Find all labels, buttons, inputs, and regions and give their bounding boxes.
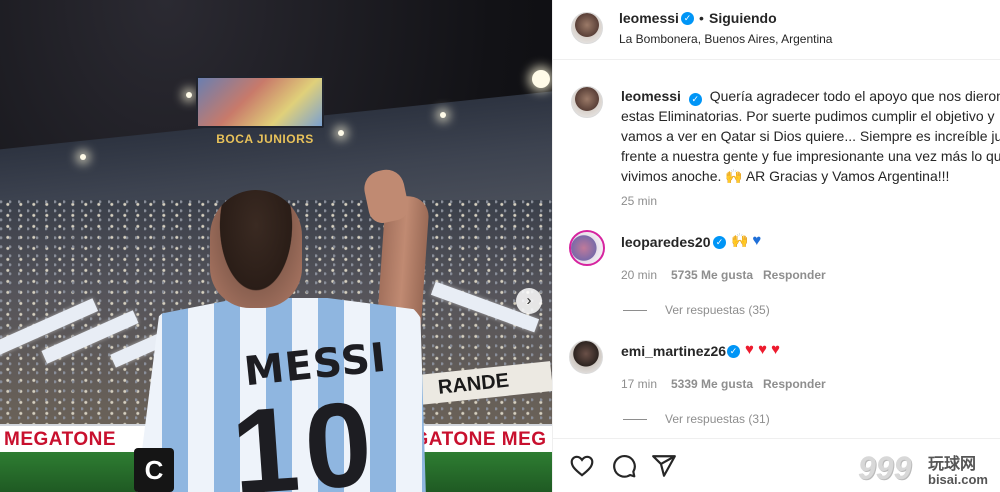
post-header: leomessi ✓ • Siguiendo La Bombonera, Bue… bbox=[553, 0, 1000, 60]
watermark-chinese: 玩球网 bbox=[928, 456, 977, 473]
verified-badge-icon: ✓ bbox=[688, 93, 702, 106]
scoreboard-label: BOCA JUNIORS bbox=[216, 132, 314, 146]
jersey-number: 10 bbox=[227, 376, 382, 492]
avatar[interactable] bbox=[571, 12, 603, 44]
blue-heart-icon: ♥ bbox=[752, 232, 762, 249]
watermark-url: bisai.com bbox=[928, 472, 988, 487]
stadium-light bbox=[440, 112, 446, 118]
stadium-light bbox=[338, 130, 344, 136]
avatar[interactable] bbox=[569, 230, 605, 266]
captain-armband: C bbox=[134, 448, 174, 492]
stadium-light bbox=[186, 92, 192, 98]
comment-icon[interactable] bbox=[611, 453, 637, 479]
following-button[interactable]: Siguiendo bbox=[709, 10, 777, 26]
stadium-scoreboard bbox=[196, 76, 324, 128]
site-watermark: 999 玩球网 bisai.com bbox=[858, 448, 1000, 492]
caption-line: frente a nuestra gente y fue impresionan… bbox=[621, 148, 1000, 164]
caption-time: 25 min bbox=[621, 194, 658, 208]
view-replies-button[interactable]: Ver respuestas (31) bbox=[665, 412, 770, 426]
replies-divider bbox=[623, 310, 647, 311]
raised-hands-icon: 🙌 bbox=[731, 232, 749, 248]
post-photo[interactable]: BOCA JUNIORS RANDE DEL MEGATONE MEGATONE… bbox=[0, 0, 552, 492]
verified-badge-icon: ✓ bbox=[681, 12, 694, 25]
next-photo-button[interactable]: › bbox=[516, 288, 542, 314]
comment-likes[interactable]: 5735 Me gusta bbox=[671, 268, 753, 282]
header-username[interactable]: leomessi bbox=[619, 10, 679, 26]
red-hearts-icon: ♥ ♥ ♥ bbox=[745, 341, 781, 358]
share-send-icon[interactable] bbox=[651, 453, 677, 479]
stadium-floodlight bbox=[532, 70, 550, 88]
caption-line: vamos a ver en Qatar si Dios quiere... S… bbox=[621, 128, 1000, 144]
comment-likes[interactable]: 5339 Me gusta bbox=[671, 377, 753, 391]
caption-line: estas Eliminatorias. Por suerte pudimos … bbox=[621, 108, 995, 124]
location-link[interactable]: La Bombonera, Buenos Aires, Argentina bbox=[619, 32, 832, 46]
reply-button[interactable]: Responder bbox=[763, 377, 826, 391]
comment-username[interactable]: emi_martinez26 bbox=[621, 343, 726, 359]
avatar[interactable] bbox=[569, 340, 603, 374]
avatar[interactable] bbox=[571, 86, 603, 118]
like-heart-icon[interactable] bbox=[569, 453, 595, 479]
stadium-light bbox=[80, 154, 86, 160]
caption-line: vivimos anoche. 🙌 AR Gracias y Vamos Arg… bbox=[621, 168, 950, 184]
chevron-right-icon: › bbox=[526, 292, 532, 309]
player-head bbox=[210, 190, 302, 308]
comment-time: 17 min bbox=[621, 377, 658, 391]
verified-badge-icon: ✓ bbox=[727, 345, 740, 358]
separator-dot: • bbox=[699, 10, 704, 26]
comment-username[interactable]: leoparedes20 bbox=[621, 234, 711, 250]
ad-board-left-text: MEGATONE bbox=[4, 429, 117, 450]
replies-divider bbox=[623, 419, 647, 420]
post-caption: leomessi ✓ Quería agradecer todo el apoy… bbox=[621, 86, 1000, 186]
caption-username[interactable]: leomessi bbox=[621, 88, 681, 104]
view-replies-button[interactable]: Ver respuestas (35) bbox=[665, 303, 770, 317]
comment-time: 20 min bbox=[621, 268, 658, 282]
verified-badge-icon: ✓ bbox=[713, 236, 726, 249]
post-sidebar: leomessi ✓ • Siguiendo La Bombonera, Bue… bbox=[552, 0, 1000, 492]
comment-text: 🙌 ♥ bbox=[731, 232, 761, 249]
caption-line: Quería agradecer todo el apoyo que nos d… bbox=[709, 88, 1000, 104]
reply-button[interactable]: Responder bbox=[763, 268, 826, 282]
watermark-number: 999 bbox=[858, 450, 912, 486]
